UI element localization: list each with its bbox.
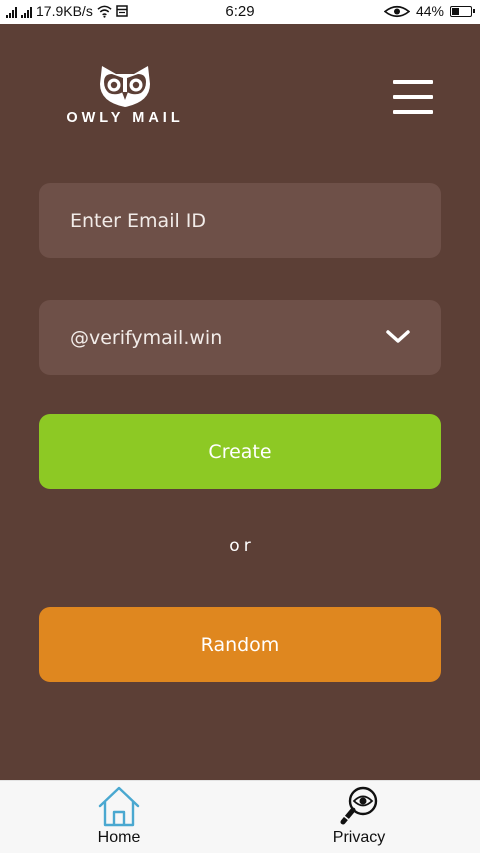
domain-select[interactable]: @verifymail.win	[39, 300, 441, 375]
home-icon	[98, 786, 140, 827]
or-separator: or	[229, 536, 255, 556]
status-right: 44%	[383, 3, 475, 19]
menu-bar-bottom	[393, 110, 433, 114]
email-input[interactable]	[70, 209, 410, 232]
nav-label-privacy: Privacy	[332, 829, 386, 846]
eye-comfort-icon	[383, 5, 410, 17]
owl-logo-icon	[100, 66, 150, 107]
menu-bar-top	[393, 80, 433, 84]
privacy-eye-magnifier-icon	[340, 786, 378, 825]
hamburger-menu-icon[interactable]	[393, 80, 433, 116]
chevron-down-icon	[386, 330, 410, 343]
bottom-navigation: Home Privacy	[0, 780, 480, 853]
nav-item-home[interactable]: Home	[59, 781, 179, 853]
nav-item-privacy[interactable]: Privacy	[299, 781, 419, 853]
menu-bar-middle	[393, 95, 433, 99]
nav-label-home: Home	[97, 829, 141, 846]
domain-select-value: @verifymail.win	[70, 326, 223, 349]
battery-percent: 44%	[415, 3, 444, 19]
email-field[interactable]	[39, 183, 441, 258]
owly-mail-logo: OWLY MAIL	[55, 62, 195, 132]
random-button[interactable]: Random	[39, 607, 441, 682]
battery-icon	[450, 5, 475, 17]
status-bar: 17.9KB/s 6:29 44%	[0, 0, 480, 24]
battery-fill	[452, 7, 460, 15]
create-button[interactable]: Create	[39, 414, 441, 489]
logo-text: OWLY MAIL	[66, 110, 184, 126]
